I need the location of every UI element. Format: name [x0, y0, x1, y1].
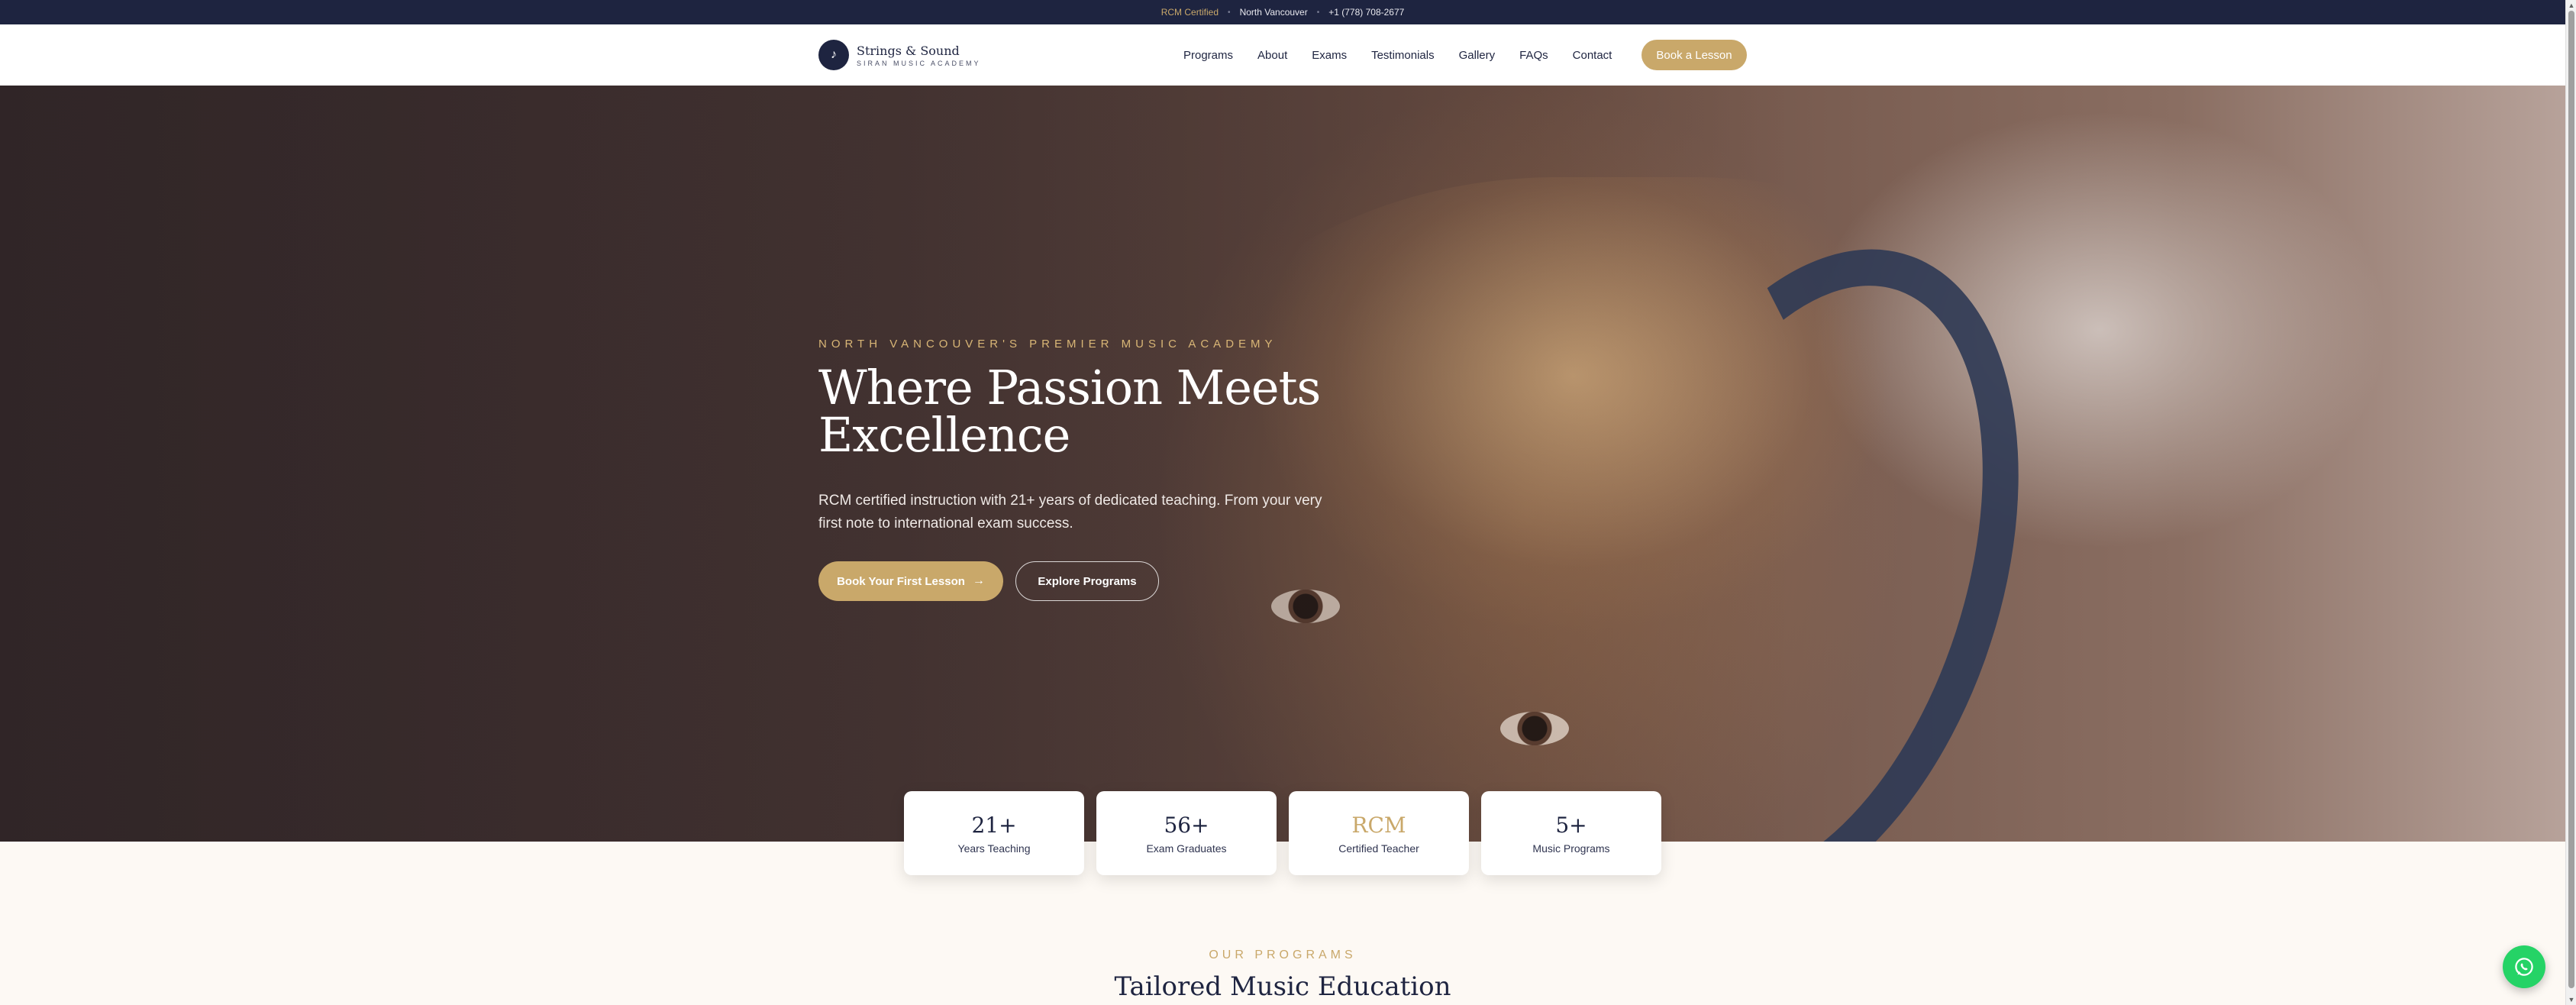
stat-value: RCM: [1351, 812, 1406, 838]
music-note-icon: ♪: [818, 40, 849, 70]
stat-card: 21+ Years Teaching: [904, 791, 1084, 875]
arrow-right-icon: →: [972, 574, 985, 587]
stat-label: Music Programs: [1532, 842, 1610, 855]
nav-about[interactable]: About: [1257, 49, 1287, 62]
stat-card: RCM Certified Teacher: [1289, 791, 1469, 875]
separator-dot: •: [1228, 8, 1231, 17]
stat-value: 21+: [971, 812, 1017, 838]
programs-eyebrow: OUR PROGRAMS: [1209, 948, 1357, 961]
brand-name: Strings & Sound: [857, 43, 960, 58]
location-text: North Vancouver: [1239, 7, 1308, 18]
stat-label: Years Teaching: [957, 842, 1031, 855]
top-info-bar: RCM Certified • North Vancouver • +1 (77…: [0, 0, 2565, 24]
brand-subtitle: SIRAN MUSIC ACADEMY: [857, 59, 981, 67]
site-header: ♪ Strings & Sound SIRAN MUSIC ACADEMY Pr…: [0, 24, 2565, 86]
stat-value: 5+: [1555, 812, 1587, 838]
brand-logo[interactable]: ♪ Strings & Sound SIRAN MUSIC ACADEMY: [818, 40, 981, 70]
rcm-certified-text: RCM Certified: [1160, 7, 1219, 18]
stat-card: 56+ Exam Graduates: [1096, 791, 1277, 875]
stat-value: 56+: [1164, 812, 1209, 838]
stat-label: Certified Teacher: [1338, 842, 1419, 855]
hero-actions: Book Your First Lesson → Explore Program…: [818, 561, 1399, 601]
stat-label: Exam Graduates: [1146, 842, 1227, 855]
hero-eyebrow: NORTH VANCOUVER'S PREMIER MUSIC ACADEMY: [818, 338, 1277, 351]
hero-content: NORTH VANCOUVER'S PREMIER MUSIC ACADEMY …: [818, 338, 1399, 601]
nav-testimonials[interactable]: Testimonials: [1371, 49, 1435, 62]
phone-link[interactable]: +1 (778) 708-2677: [1328, 7, 1404, 18]
scroll-down-icon[interactable]: ▼: [2568, 996, 2575, 1003]
whatsapp-icon: [2515, 958, 2533, 976]
nav-faqs[interactable]: FAQs: [1519, 49, 1548, 62]
book-lesson-button[interactable]: Book a Lesson: [1641, 40, 1747, 70]
hero-section: NORTH VANCOUVER'S PREMIER MUSIC ACADEMY …: [0, 86, 2565, 842]
nav-exams[interactable]: Exams: [1312, 49, 1347, 62]
separator-dot: •: [1316, 8, 1320, 17]
main-nav: Programs About Exams Testimonials Galler…: [1183, 24, 1636, 86]
book-first-lesson-label: Book Your First Lesson: [837, 574, 965, 588]
brand-text: Strings & Sound SIRAN MUSIC ACADEMY: [857, 44, 981, 67]
nav-programs[interactable]: Programs: [1183, 49, 1233, 62]
whatsapp-button[interactable]: [2503, 945, 2545, 988]
book-first-lesson-button[interactable]: Book Your First Lesson →: [818, 561, 1003, 601]
scroll-up-icon[interactable]: ▲: [2568, 2, 2575, 9]
nav-gallery[interactable]: Gallery: [1459, 49, 1496, 62]
hero-title-line2: Excellence: [818, 407, 1070, 463]
hero-title: Where Passion Meets Excellence: [818, 364, 1399, 459]
scrollbar-thumb[interactable]: [2568, 11, 2574, 988]
nav-contact[interactable]: Contact: [1573, 49, 1612, 62]
stats-row: 21+ Years Teaching 56+ Exam Graduates RC…: [904, 791, 1674, 875]
page-scrollbar[interactable]: ▲ ▼: [2565, 0, 2576, 1005]
hero-description: RCM certified instruction with 21+ years…: [818, 493, 1322, 532]
programs-title: Tailored Music Education: [1114, 971, 1451, 1002]
explore-programs-button[interactable]: Explore Programs: [1015, 561, 1159, 601]
stat-card: 5+ Music Programs: [1481, 791, 1661, 875]
